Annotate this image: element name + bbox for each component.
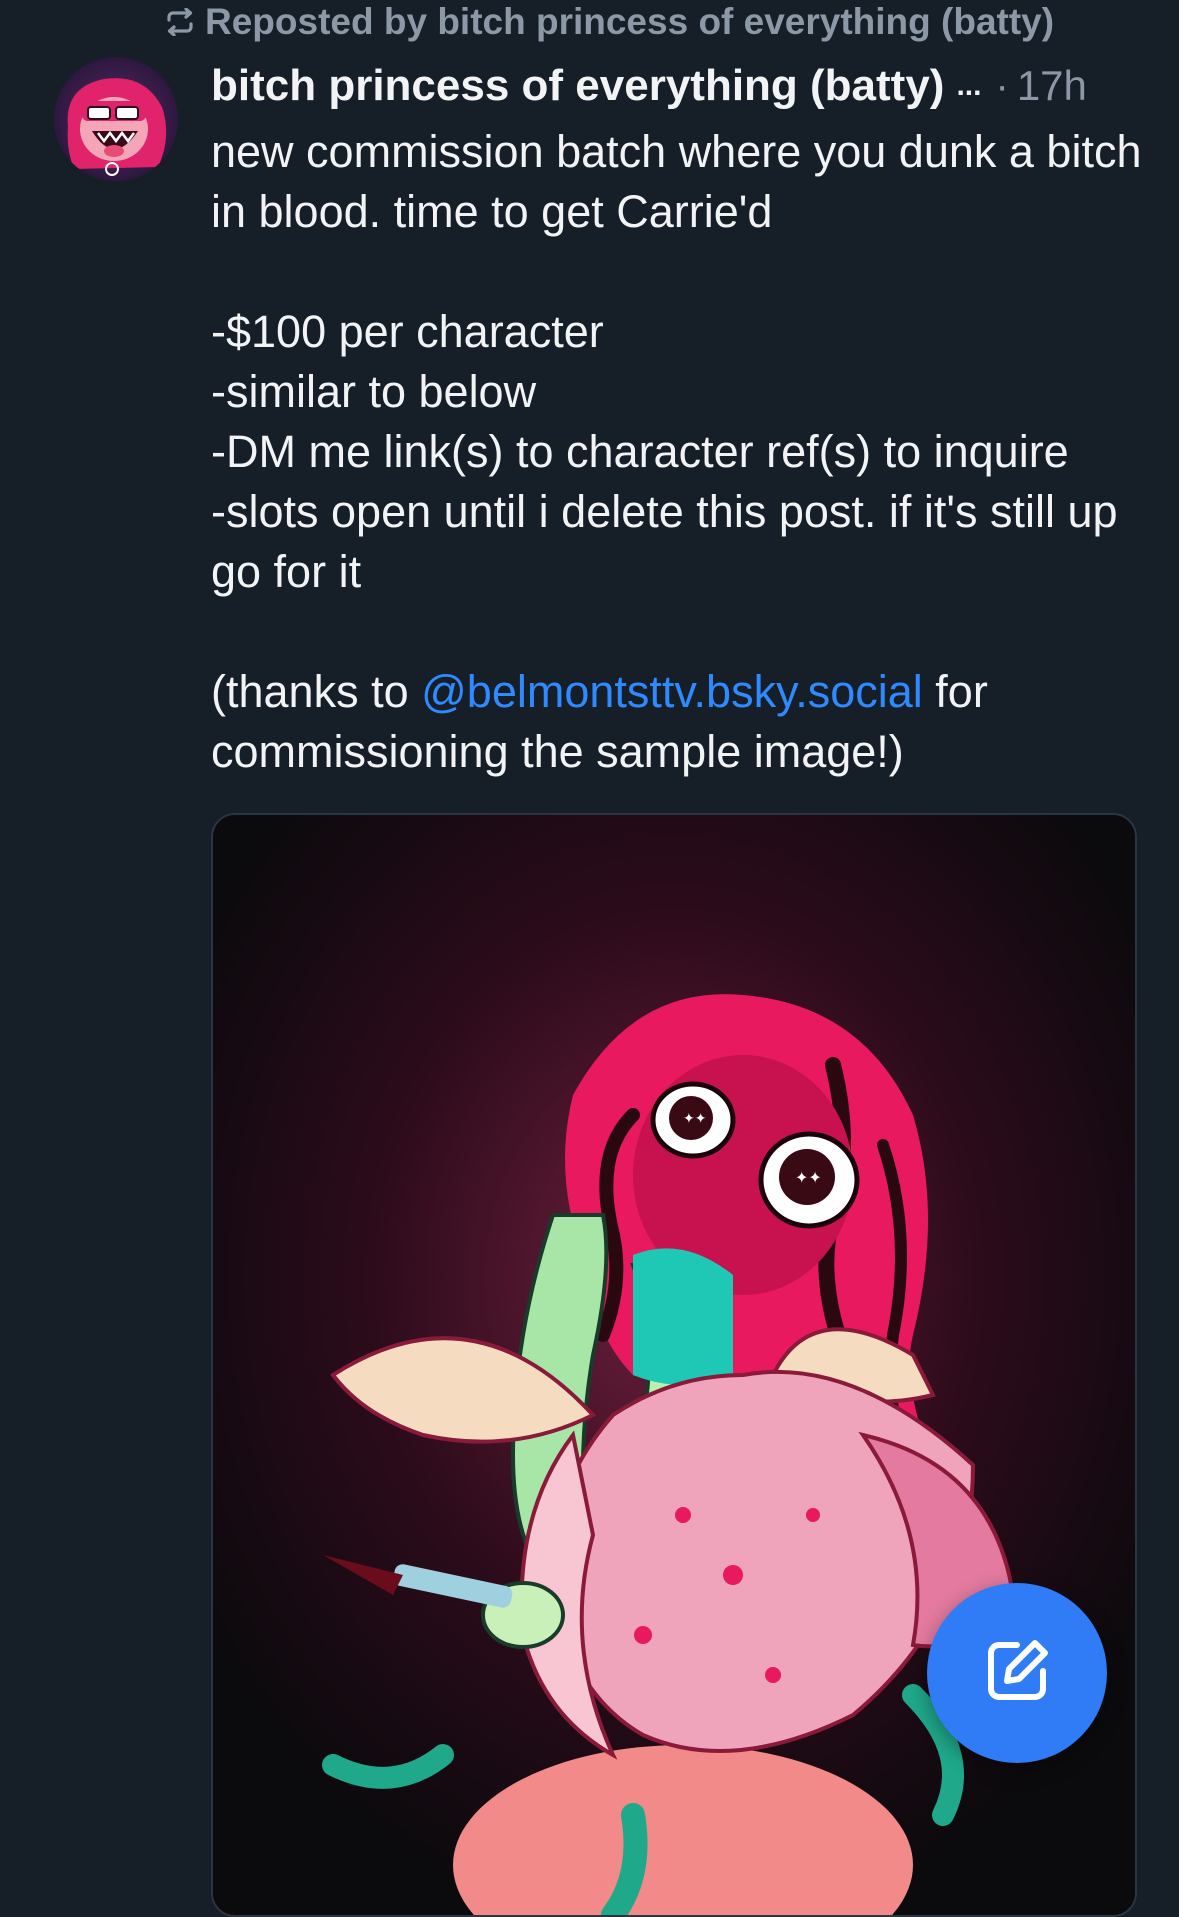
compose-icon bbox=[981, 1635, 1053, 1712]
post-text-item: -$100 per character bbox=[211, 306, 604, 357]
post-header: bitch princess of everything (batty) ...… bbox=[211, 58, 1136, 114]
post-text-item: -DM me link(s) to character ref(s) to in… bbox=[211, 426, 1069, 477]
svg-text:✦✦: ✦✦ bbox=[683, 1111, 707, 1127]
post-text: new commission batch where you dunk a bi… bbox=[211, 122, 1146, 782]
author-name-truncation: ... bbox=[956, 69, 982, 102]
author-name[interactable]: bitch princess of everything (batty) bbox=[211, 61, 944, 111]
compose-button[interactable] bbox=[927, 1583, 1107, 1763]
separator-dot: · bbox=[995, 63, 1009, 108]
repost-text: Reposted by bitch princess of everything… bbox=[205, 1, 1055, 42]
post-text-item: -slots open until i delete this post. if… bbox=[211, 486, 1118, 597]
mention-link[interactable]: @belmontsttv.bsky.social bbox=[421, 666, 923, 717]
repost-icon bbox=[165, 8, 195, 36]
svg-text:✦✦: ✦✦ bbox=[795, 1168, 822, 1187]
repost-indicator[interactable]: Reposted by bitch princess of everything… bbox=[165, 0, 1054, 44]
post-timestamp[interactable]: 17h bbox=[1017, 62, 1087, 110]
post-text-item: -similar to below bbox=[211, 366, 537, 417]
avatar[interactable] bbox=[54, 57, 178, 181]
post-text-line: new commission batch where you dunk a bi… bbox=[211, 126, 1142, 237]
thanks-prefix: (thanks to bbox=[211, 666, 422, 717]
post-text-thanks: (thanks to @belmontsttv.bsky.social for … bbox=[211, 662, 1146, 782]
